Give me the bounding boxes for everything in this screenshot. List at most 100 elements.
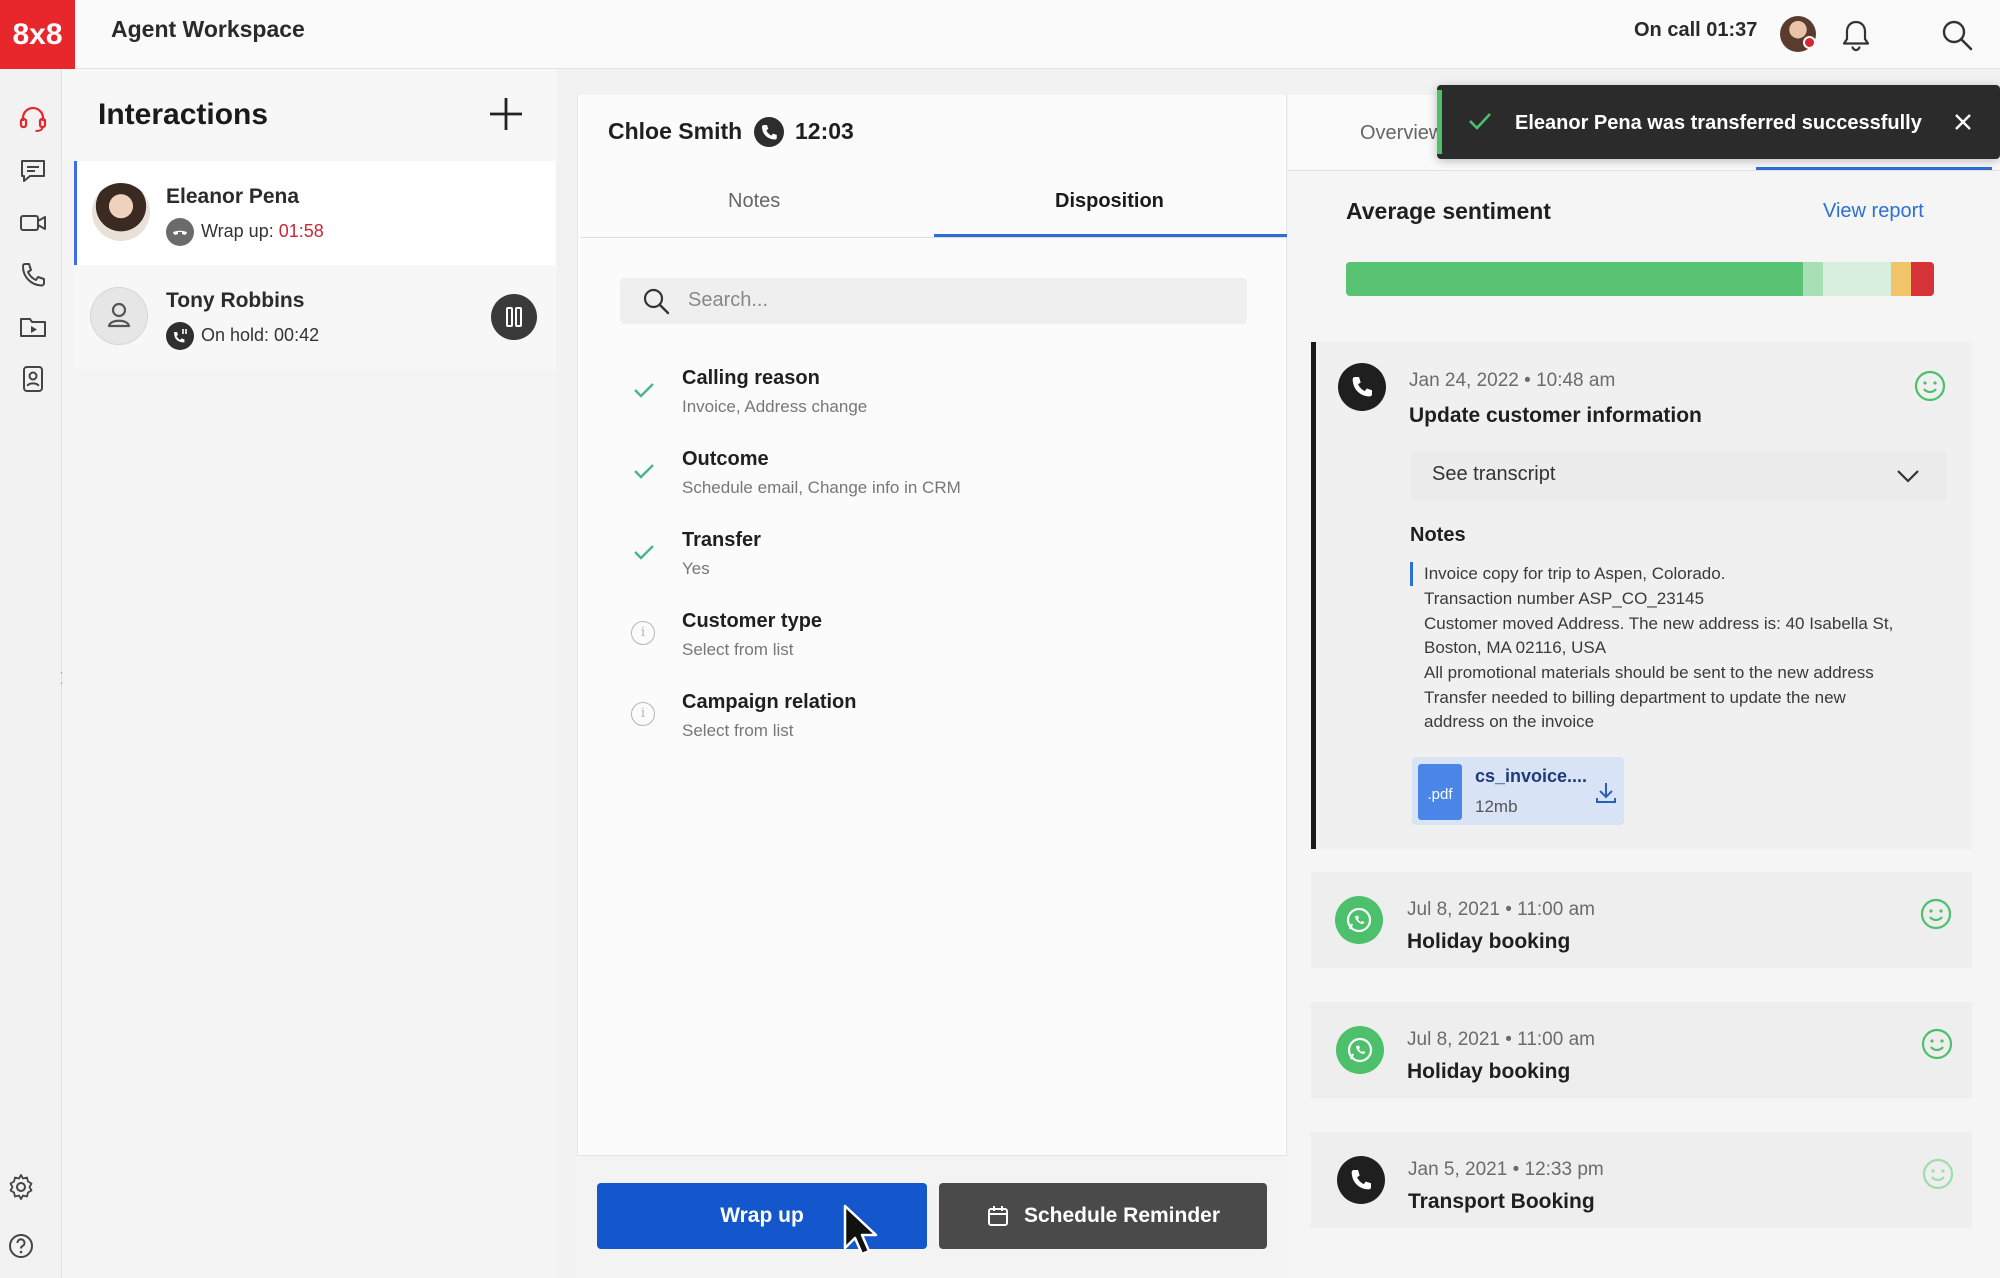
history-date: Jul 8, 2021 • 11:00 am [1407,1029,1595,1050]
calendar-icon [987,1206,1008,1226]
disposition-title[interactable]: Customer type [682,610,822,633]
sentiment-segment-slightly-positive [1803,262,1823,296]
add-interaction-icon[interactable] [488,96,524,132]
note-line: Transaction number ASP_CO_23145 [1424,589,1705,608]
history-title: Transport Booking [1408,1190,1595,1213]
attachment-size: 12mb [1475,797,1518,816]
interaction-status: Wrap up: 01:58 [201,221,324,242]
help-icon[interactable] [6,1231,36,1261]
sentiment-segment-neutral [1823,262,1891,296]
active-tab-indicator [934,234,1287,237]
sentiment-segment-negative [1911,262,1934,296]
sentiment-title: Average sentiment [1346,198,1551,224]
whatsapp-channel-icon [1335,896,1383,944]
headset-icon[interactable] [18,104,48,134]
whatsapp-channel-icon [1336,1026,1384,1074]
history-title: Holiday booking [1407,930,1571,953]
mouse-cursor-icon [842,1203,882,1259]
notes-accent [1410,562,1413,586]
interaction-name: Tony Robbins [166,289,305,312]
see-transcript-label: See transcript [1432,463,1556,485]
attachment-name: cs_invoice.... [1475,766,1588,786]
positive-sentiment-icon [1920,1027,1954,1061]
resume-call-button[interactable] [491,294,537,340]
history-title: Update customer information [1409,404,1702,427]
close-icon[interactable] [1952,111,1974,133]
notification-bell-icon[interactable] [1840,18,1872,52]
call-panel [577,95,1287,1278]
call-status: On call 01:37 [1634,19,1758,41]
search-icon[interactable] [1940,18,1974,52]
history-date: Jan 24, 2022 • 10:48 am [1409,370,1616,391]
view-report-link[interactable]: View report [1823,200,1924,223]
chat-icon[interactable] [18,156,48,186]
note-line: Transfer needed to billing department to… [1424,688,1846,707]
schedule-reminder-button[interactable]: Schedule Reminder [939,1183,1267,1249]
chevron-down-icon [1895,464,1921,488]
disposition-title[interactable]: Calling reason [682,367,820,390]
sentiment-bar [1346,262,1934,296]
media-folder-icon[interactable] [18,312,48,342]
brand-logo[interactable]: 8x8 [0,0,75,69]
tab-disposition[interactable]: Disposition [1055,190,1164,213]
disposition-title[interactable]: Transfer [682,529,761,552]
note-line: All promotional materials should be sent… [1424,663,1874,682]
search-icon [641,286,671,316]
active-tab-indicator [1756,167,1992,170]
phone-icon[interactable] [18,260,48,290]
wrap-up-timer: 01:58 [278,221,324,241]
note-line: address on the invoice [1424,712,1595,731]
completed-check-icon [632,380,656,400]
wrap-up-icon [166,218,194,246]
positive-sentiment-icon [1921,1157,1955,1191]
active-call-icon [754,117,784,147]
history-date: Jan 5, 2021 • 12:33 pm [1408,1159,1604,1180]
contact-photo [92,183,150,241]
info-icon: i [631,702,655,726]
history-date: Jul 8, 2021 • 11:00 am [1407,899,1595,920]
caller-name: Chloe Smith [608,118,743,144]
tab-overview[interactable]: Overview [1360,122,1443,145]
completed-check-icon [632,461,656,481]
disposition-value[interactable]: Select from list [682,640,793,660]
left-rail [0,69,62,1278]
presence-dot [1803,36,1816,49]
interaction-status: On hold: 00:42 [201,325,320,345]
success-check-icon [1467,110,1493,132]
note-line: Boston, MA 02116, USA [1424,638,1607,657]
schedule-reminder-label: Schedule Reminder [1023,1204,1221,1227]
disposition-title[interactable]: Campaign relation [682,691,856,714]
contact-avatar-placeholder [90,287,148,345]
completed-check-icon [632,542,656,562]
interactions-title: Interactions [98,98,269,131]
sentiment-segment-slightly-negative [1891,262,1911,296]
info-icon: i [631,621,655,645]
disposition-value: Schedule email, Change info in CRM [682,478,961,497]
on-hold-icon [166,322,194,350]
positive-sentiment-icon [1919,897,1953,931]
sentiment-segment-positive [1346,262,1803,296]
toast-accent [1437,90,1442,154]
app-title: Agent Workspace [111,16,305,42]
disposition-value[interactable]: Select from list [682,721,793,741]
phone-channel-icon [1338,363,1386,411]
call-duration: 12:03 [795,118,854,144]
settings-icon[interactable] [6,1172,36,1202]
history-title: Holiday booking [1407,1060,1571,1083]
toast-message: Eleanor Pena was transferred successfull… [1515,112,1922,134]
phone-channel-icon [1337,1156,1385,1204]
download-icon[interactable] [1594,780,1618,806]
tab-notes[interactable]: Notes [728,190,780,213]
interaction-name: Eleanor Pena [166,185,300,208]
video-icon[interactable] [18,208,48,238]
call-tabs [581,180,1287,238]
note-line: Invoice copy for trip to Aspen, Colorado… [1424,564,1726,583]
note-line: Customer moved Address. The new address … [1424,614,1894,633]
disposition-title[interactable]: Outcome [682,448,769,471]
pdf-file-icon: .pdf [1418,764,1462,820]
notes-title: Notes [1410,524,1466,546]
search-input[interactable]: Search... [688,289,768,312]
positive-sentiment-icon [1913,369,1947,403]
disposition-value: Yes [682,559,710,578]
contacts-icon[interactable] [18,364,48,394]
